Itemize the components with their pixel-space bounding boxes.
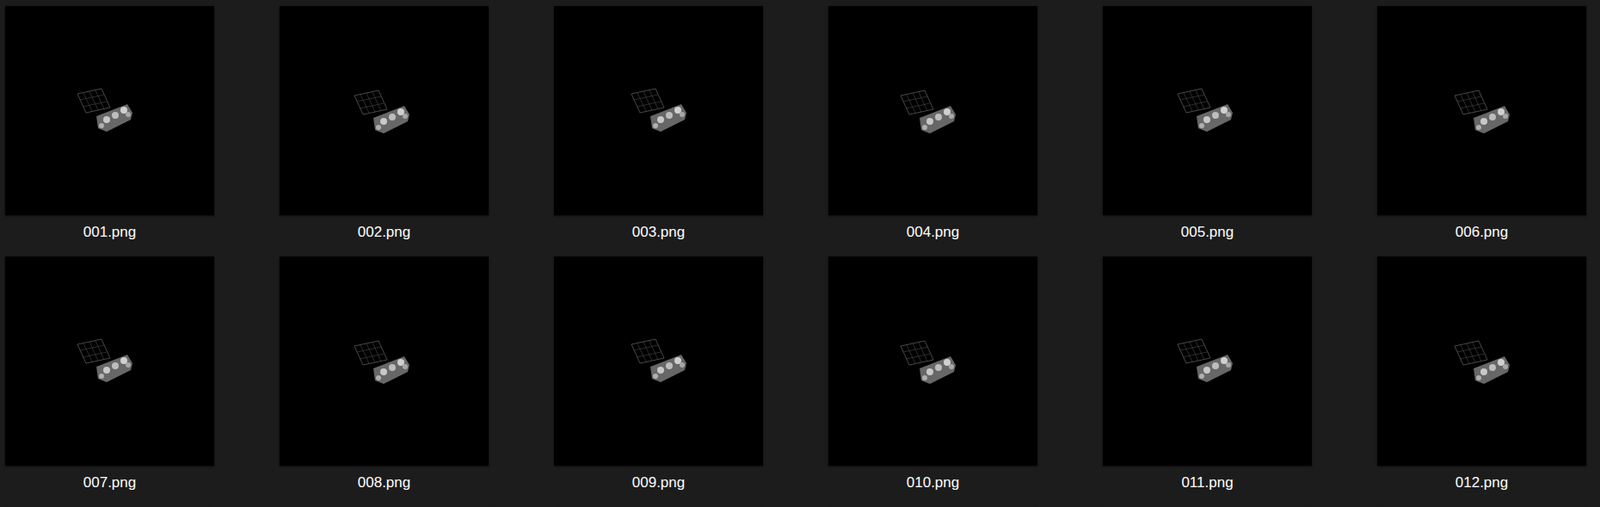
image-thumbnail <box>5 6 215 216</box>
satellite-icon <box>1102 256 1312 466</box>
image-thumbnail <box>279 256 489 466</box>
satellite-icon <box>828 6 1038 216</box>
file-name: 001.png <box>83 215 136 250</box>
satellite-icon <box>5 256 215 466</box>
file-item[interactable]: 002.png <box>279 6 489 250</box>
file-view: 001.png 002.png 003.png 004.png 005.png … <box>0 0 1600 507</box>
file-item[interactable]: 003.png <box>553 6 764 250</box>
satellite-icon <box>1377 6 1587 216</box>
image-thumbnail <box>553 6 764 216</box>
file-name: 009.png <box>632 465 685 500</box>
satellite-icon <box>553 256 764 466</box>
file-item[interactable]: 007.png <box>5 256 215 500</box>
file-item[interactable]: 010.png <box>828 256 1038 500</box>
satellite-icon <box>279 6 489 216</box>
thumbnail-grid: 001.png 002.png 003.png 004.png 005.png … <box>0 0 1600 507</box>
image-thumbnail <box>1377 256 1587 466</box>
file-name: 012.png <box>1455 465 1508 500</box>
file-item[interactable]: 008.png <box>279 256 489 500</box>
image-thumbnail <box>279 6 489 216</box>
file-name: 008.png <box>357 465 411 500</box>
file-item[interactable]: 004.png <box>828 6 1038 250</box>
file-name: 003.png <box>632 215 685 250</box>
file-item[interactable]: 011.png <box>1102 256 1312 500</box>
file-name: 002.png <box>357 215 411 250</box>
file-name: 006.png <box>1455 215 1508 250</box>
file-item[interactable]: 012.png <box>1377 256 1587 500</box>
file-item[interactable]: 005.png <box>1102 6 1312 250</box>
image-thumbnail <box>5 256 215 466</box>
image-thumbnail <box>1102 6 1312 216</box>
satellite-icon <box>828 256 1038 466</box>
file-item[interactable]: 009.png <box>553 256 764 500</box>
file-name: 011.png <box>1181 465 1233 500</box>
image-thumbnail <box>828 256 1038 466</box>
satellite-icon <box>1377 256 1587 466</box>
file-name: 005.png <box>1181 215 1234 250</box>
file-item[interactable]: 006.png <box>1377 6 1587 250</box>
image-thumbnail <box>828 6 1038 216</box>
file-item[interactable]: 001.png <box>5 6 215 250</box>
satellite-icon <box>553 6 764 216</box>
image-thumbnail <box>1377 6 1587 216</box>
file-name: 010.png <box>906 465 960 500</box>
satellite-icon <box>5 6 215 216</box>
file-name: 007.png <box>83 465 136 500</box>
image-thumbnail <box>1102 256 1312 466</box>
satellite-icon <box>1102 6 1312 216</box>
file-name: 004.png <box>906 215 960 250</box>
image-thumbnail <box>553 256 764 466</box>
satellite-icon <box>279 256 489 466</box>
